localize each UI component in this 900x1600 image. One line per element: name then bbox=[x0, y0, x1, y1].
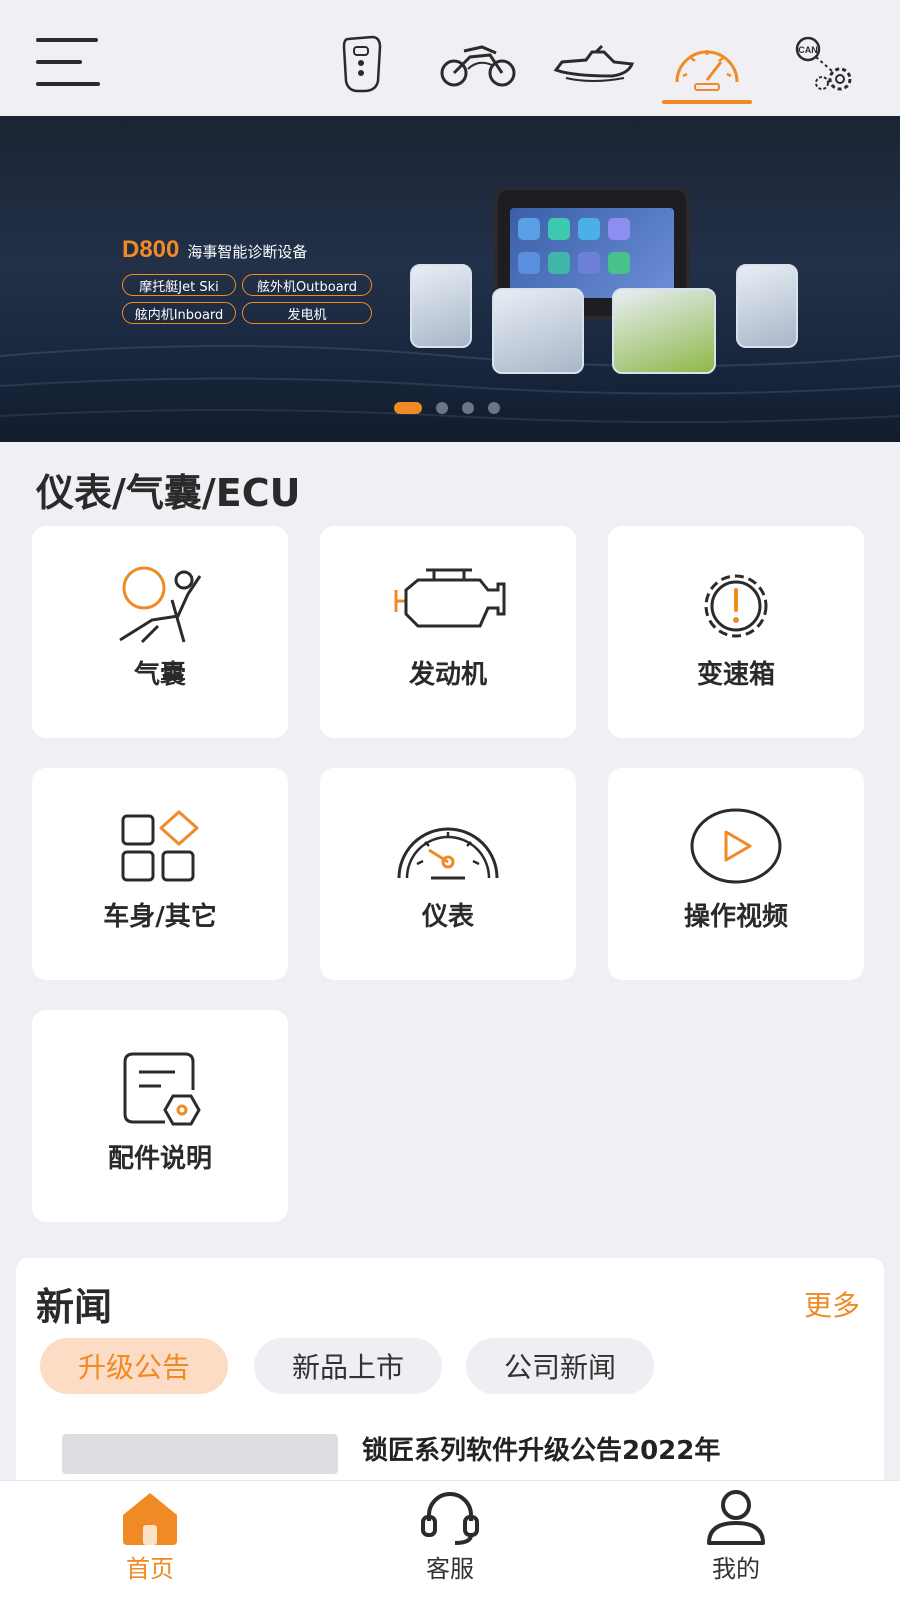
transmission-warning-icon bbox=[704, 574, 768, 638]
car-key-icon[interactable] bbox=[334, 24, 390, 104]
bottom-navigation: 首页 客服 我的 bbox=[0, 1480, 900, 1600]
airbag-icon bbox=[119, 566, 202, 644]
hamburger-menu-icon[interactable] bbox=[36, 38, 100, 86]
banner-subtitle: 海事智能诊断设备 bbox=[187, 243, 308, 261]
nav-label: 客服 bbox=[426, 1555, 474, 1583]
headset-icon bbox=[421, 1492, 479, 1545]
play-video-icon bbox=[690, 808, 782, 884]
category-card-body-other[interactable]: 车身/其它 bbox=[32, 768, 288, 980]
category-card-transmission[interactable]: 变速箱 bbox=[608, 526, 864, 738]
category-card-video[interactable]: 操作视频 bbox=[608, 768, 864, 980]
news-more-link[interactable]: 更多 bbox=[804, 1284, 860, 1324]
category-card-airbag[interactable]: 气囊 bbox=[32, 526, 288, 738]
nav-customer-service[interactable]: 客服 bbox=[390, 1489, 510, 1584]
nav-label: 首页 bbox=[126, 1555, 174, 1583]
motorcycle-icon[interactable] bbox=[436, 24, 520, 104]
gauge-icon bbox=[397, 827, 499, 880]
category-card-engine[interactable]: 发动机 bbox=[320, 526, 576, 738]
top-bar: CAN bbox=[0, 0, 900, 116]
dashboard-gauge-icon[interactable] bbox=[662, 24, 752, 104]
carousel-indicator bbox=[394, 402, 500, 414]
news-tab-company[interactable]: 公司新闻 bbox=[466, 1338, 654, 1394]
banner-model: D800 bbox=[122, 236, 180, 263]
jetski-product-image bbox=[612, 288, 716, 374]
category-label: 配件说明 bbox=[107, 1144, 212, 1174]
news-tab-new-products[interactable]: 新品上市 bbox=[254, 1338, 442, 1394]
banner-tag: 发电机 bbox=[242, 302, 372, 324]
body-other-grid-icon bbox=[121, 810, 199, 882]
category-label: 仪表 bbox=[421, 902, 474, 932]
carousel-dot[interactable] bbox=[462, 402, 474, 414]
news-thumbnail[interactable] bbox=[62, 1434, 338, 1474]
promo-banner[interactable]: D800 海事智能诊断设备 摩托艇Jet Ski 舷外机Outboard 舷内机… bbox=[0, 116, 900, 442]
nav-home[interactable]: 首页 bbox=[90, 1489, 210, 1584]
nav-label: 我的 bbox=[712, 1555, 760, 1583]
banner-tag: 舷内机Inboard bbox=[122, 302, 236, 324]
jet-ski-icon[interactable] bbox=[550, 24, 638, 104]
banner-tag: 舷外机Outboard bbox=[242, 274, 372, 296]
svg-text:CAN: CAN bbox=[798, 45, 818, 55]
accessory-doc-icon bbox=[123, 1052, 201, 1126]
category-label: 操作视频 bbox=[683, 902, 788, 932]
banner-title: D800 海事智能诊断设备 bbox=[122, 236, 307, 264]
section-title: 仪表/气囊/ECU bbox=[36, 471, 301, 515]
category-label: 发动机 bbox=[408, 660, 487, 690]
engine-icon bbox=[394, 568, 506, 628]
carousel-dot[interactable] bbox=[488, 402, 500, 414]
can-bus-gear-icon[interactable]: CAN bbox=[790, 24, 860, 104]
news-headline[interactable]: 锁匠系列软件升级公告2022年 bbox=[362, 1430, 720, 1467]
inboard-product-image bbox=[736, 264, 798, 348]
category-label: 车身/其它 bbox=[103, 902, 217, 932]
category-label: 变速箱 bbox=[696, 660, 775, 690]
category-card-accessory[interactable]: 配件说明 bbox=[32, 1010, 288, 1222]
news-panel: 新闻 更多 升级公告 新品上市 公司新闻 锁匠系列软件升级公告2022年 bbox=[16, 1258, 884, 1518]
carousel-dot-active[interactable] bbox=[394, 402, 422, 414]
engine-product-image bbox=[410, 264, 472, 348]
category-card-gauge[interactable]: 仪表 bbox=[320, 768, 576, 980]
outboard-product-image bbox=[492, 288, 584, 374]
category-label: 气囊 bbox=[133, 660, 186, 690]
home-icon bbox=[123, 1493, 177, 1545]
news-title: 新闻 bbox=[36, 1285, 113, 1329]
nav-profile[interactable]: 我的 bbox=[676, 1489, 796, 1584]
user-icon bbox=[707, 1490, 765, 1545]
banner-tag: 摩托艇Jet Ski bbox=[122, 274, 236, 296]
news-tab-upgrade[interactable]: 升级公告 bbox=[40, 1338, 228, 1394]
carousel-dot[interactable] bbox=[436, 402, 448, 414]
